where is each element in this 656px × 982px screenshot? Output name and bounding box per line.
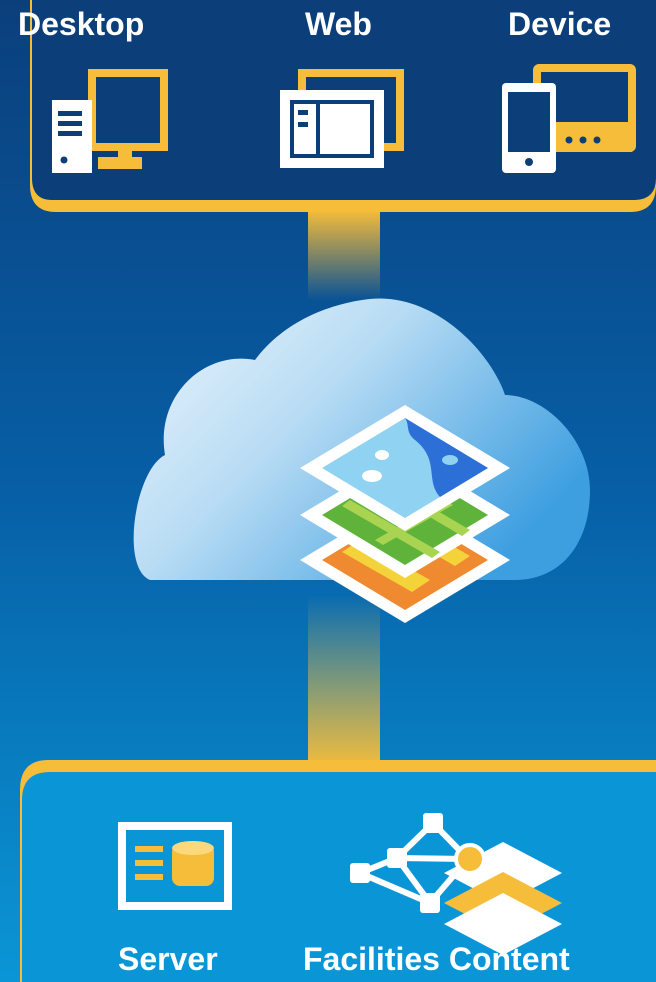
facilities-content-label: Facilities Content	[303, 941, 570, 977]
desktop-label: Desktop	[18, 6, 145, 42]
web-label: Web	[305, 6, 372, 42]
device-label: Device	[508, 6, 612, 42]
connector-bottom	[308, 595, 380, 770]
server-label: Server	[118, 941, 218, 977]
architecture-diagram	[0, 0, 656, 982]
connector-top	[308, 210, 380, 300]
